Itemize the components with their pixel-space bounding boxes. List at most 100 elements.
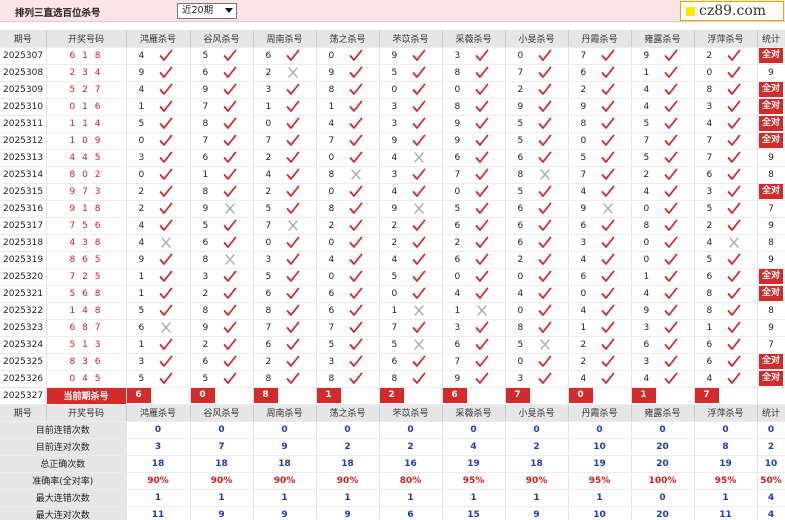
kill-number: 2 [202, 289, 209, 299]
kill-cell: 0 [316, 268, 380, 286]
check-icon [159, 185, 173, 198]
check-icon [601, 151, 615, 164]
kill-number: 6 [580, 68, 587, 78]
period-select[interactable]: 近20期 [177, 3, 237, 19]
kill-number: 8 [706, 306, 713, 316]
draw-number-cell: 1 1 4 [46, 115, 127, 133]
kill-number: 8 [517, 170, 524, 180]
column-header: 开奖号码 [46, 404, 127, 422]
kill-cell: 6 [694, 336, 758, 354]
current-kill-cell: 2 [379, 387, 443, 405]
kill-cell: 4 [442, 285, 506, 303]
kill-number: 8 [391, 374, 398, 384]
kill-cell: 9 [568, 200, 632, 218]
cross-icon [601, 202, 615, 215]
summary-value: 9 [316, 506, 380, 520]
check-icon [538, 355, 552, 368]
kill-number: 2 [265, 187, 272, 197]
period-cell: 2025321 [0, 285, 47, 303]
kill-cell: 2 [190, 336, 254, 354]
all-correct-badge: 全对 [758, 133, 783, 148]
check-icon [475, 321, 489, 334]
kill-number: 5 [517, 340, 524, 350]
kill-number: 4 [138, 85, 145, 95]
kill-cell: 7 [379, 319, 443, 337]
check-icon [664, 304, 678, 317]
summary-value: 1 [442, 489, 506, 507]
summary-value: 18 [316, 455, 380, 473]
kill-number: 2 [391, 221, 398, 231]
check-icon [159, 49, 173, 62]
kill-cell: 8 [190, 115, 254, 133]
footer-header-row: 期号 开奖号码 鸿雁杀号 谷风杀号 周南杀号 荡之杀号 芣苡杀号 采薇杀号 小旻杀号 丹霞杀号 雍露… [0, 404, 785, 422]
stat-cell: 9 [757, 251, 785, 269]
kill-cell: 1 [253, 98, 317, 116]
kill-number: 0 [328, 153, 335, 163]
correct-count: 8 [768, 237, 774, 248]
check-icon [223, 304, 237, 317]
kill-cell: 2 [505, 251, 569, 269]
kill-cell: 2 [126, 183, 191, 201]
draw-number-cell: 7 5 6 [46, 217, 127, 235]
kill-number: 9 [580, 102, 587, 112]
correct-count: 7 [768, 339, 774, 350]
summary-value: 0 [505, 421, 569, 439]
summary-value: 90% [253, 472, 317, 490]
summary-value: 4 [757, 506, 785, 520]
kill-cell: 6 [316, 302, 380, 320]
kill-cell: 8 [631, 217, 695, 235]
check-icon [538, 270, 552, 283]
check-icon [286, 185, 300, 198]
site-logo[interactable]: cz89.com [680, 1, 784, 21]
kill-number: 4 [328, 255, 335, 265]
kill-cell: 8 [505, 319, 569, 337]
stat-cell: 全对 [757, 285, 785, 303]
kill-cell: 0 [253, 234, 317, 252]
kill-cell: 0 [316, 149, 380, 167]
kill-number: 3 [580, 238, 587, 248]
kill-cell: 7 [253, 132, 317, 150]
table-row: 2025321 5 6 8 1 2 6 6 0 4 4 0 4 8 全对 [0, 285, 785, 303]
kill-cell: 0 [316, 234, 380, 252]
draw-number-cell: 7 2 5 [46, 268, 127, 286]
kill-number: 4 [643, 102, 650, 112]
check-icon [601, 83, 615, 96]
check-icon [601, 253, 615, 266]
check-icon [727, 287, 741, 300]
check-icon [664, 66, 678, 79]
kill-cell: 6 [190, 353, 254, 371]
kill-cell: 3 [253, 251, 317, 269]
check-icon [159, 151, 173, 164]
cross-icon [412, 304, 426, 317]
kill-number: 4 [391, 187, 398, 197]
summary-value: 0 [190, 421, 254, 439]
kill-number: 8 [706, 85, 713, 95]
check-icon [159, 168, 173, 181]
column-header: 荡之杀号 [316, 404, 380, 422]
table-row: 2025325 8 3 6 3 6 2 3 6 7 0 2 3 6 全对 [0, 353, 785, 371]
summary-value: 50% [757, 472, 785, 490]
summary-value: 7 [190, 438, 254, 456]
kill-number: 6 [517, 221, 524, 231]
summary-value: 2 [379, 438, 443, 456]
check-icon [664, 100, 678, 113]
summary-label: 最大连错次数 [0, 489, 127, 507]
check-icon [601, 372, 615, 385]
period-cell: 2025319 [0, 251, 47, 269]
check-icon [538, 134, 552, 147]
summary-row: 准确率(全对率) 90% 90% 90% 90% 80% 95% 90% 95% 100% 95% 5… [0, 472, 785, 490]
check-icon [349, 372, 363, 385]
kill-number: 8 [643, 221, 650, 231]
kill-number: 0 [328, 238, 335, 248]
check-icon [475, 117, 489, 130]
check-icon [727, 355, 741, 368]
kill-number: 6 [580, 221, 587, 231]
check-icon [412, 372, 426, 385]
kill-number: 9 [328, 68, 335, 78]
stat-cell: 8 [757, 234, 785, 252]
table-row: 2025319 8 6 5 9 8 3 4 4 6 2 4 0 5 9 [0, 251, 785, 269]
summary-value: 3 [126, 438, 191, 456]
correct-count: 9 [768, 254, 774, 265]
stat-cell: 9 [757, 217, 785, 235]
column-header: 期号 [0, 404, 47, 422]
